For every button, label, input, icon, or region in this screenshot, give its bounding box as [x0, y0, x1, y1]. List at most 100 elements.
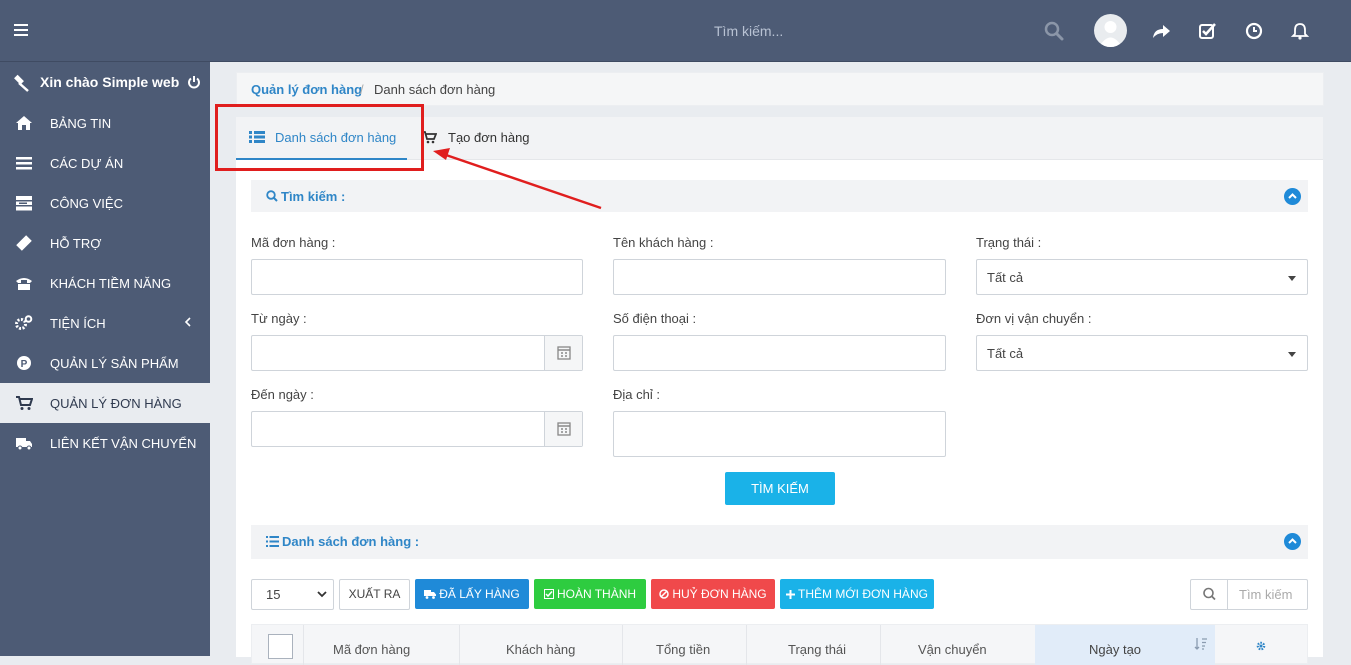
sidebar-item-label: KHÁCH TIỀM NĂNG — [50, 276, 172, 291]
plus-icon — [786, 590, 796, 599]
greeting-text: Xin chào Simple web — [40, 74, 180, 90]
done-button[interactable]: HOÀN THÀNH — [534, 579, 646, 609]
search-icon[interactable] — [1044, 21, 1064, 41]
order-code-label: Mã đơn hàng : — [251, 235, 336, 250]
sidebar-item-label: CÁC DỰ ÁN — [50, 156, 124, 171]
tab-create-order[interactable]: Tạo đơn hàng — [422, 117, 542, 160]
calendar-icon[interactable] — [544, 412, 582, 446]
column-header-order-code[interactable]: Mã đơn hàng — [333, 642, 410, 657]
calendar-icon[interactable] — [544, 336, 582, 370]
sort-desc-icon[interactable] — [1194, 637, 1208, 651]
cancel-order-button[interactable]: HUỶ ĐƠN HÀNG — [651, 579, 775, 609]
hamburger-menu-icon[interactable] — [14, 24, 28, 36]
sidebar-item-quan-ly-san-pham[interactable]: P QUẢN LÝ SẢN PHẨM — [0, 343, 210, 383]
page-size-value: 15 — [266, 587, 281, 602]
cart-plus-icon — [422, 131, 437, 144]
column-header-total[interactable]: Tổng tiền — [656, 642, 710, 657]
list-section-title: Danh sách đơn hàng : — [282, 534, 420, 549]
order-code-input[interactable] — [251, 259, 583, 295]
to-date-label: Đến ngày : — [251, 387, 314, 402]
table-search-box[interactable]: Tìm kiếm — [1190, 579, 1308, 610]
from-date-label: Từ ngày : — [251, 311, 307, 326]
home-icon — [15, 115, 33, 131]
collapse-list-button[interactable] — [1284, 533, 1301, 550]
sidebar-item-ho-tro[interactable]: HỖ TRỢ — [0, 223, 210, 263]
sidebar-item-cong-viec[interactable]: CÔNG VIỆC — [0, 183, 210, 223]
sidebar-item-label: QUẢN LÝ SẢN PHẨM — [50, 356, 179, 371]
add-order-button[interactable]: THÊM MỚI ĐƠN HÀNG — [780, 579, 934, 609]
address-textarea[interactable] — [613, 411, 946, 457]
phone-label: Số điện thoại : — [613, 311, 697, 326]
sidebar-item-tien-ich[interactable]: TIỆN ÍCH — [0, 303, 210, 343]
sidebar-item-lien-ket-van-chuyen[interactable]: LIÊN KẾT VẬN CHUYỂN — [0, 423, 210, 463]
collapse-search-button[interactable] — [1284, 188, 1301, 205]
status-select[interactable]: Tất cả — [976, 259, 1308, 295]
picked-button[interactable]: ĐÃ LẤY HÀNG — [415, 579, 529, 609]
column-header-status[interactable]: Trạng thái — [788, 642, 846, 657]
ticket-icon — [15, 235, 33, 251]
breadcrumb-parent-link[interactable]: Quản lý đơn hàng — [251, 82, 362, 97]
bars-icon — [15, 155, 33, 171]
sidebar-item-bang-tin[interactable]: BẢNG TIN — [0, 103, 210, 143]
chevron-left-icon — [184, 315, 192, 329]
export-button[interactable]: XUẤT RA — [339, 579, 410, 610]
clock-icon[interactable] — [1244, 21, 1264, 41]
caret-down-icon — [1288, 352, 1296, 357]
sidebar-item-khach-tiem-nang[interactable]: KHÁCH TIỀM NĂNG — [0, 263, 210, 303]
search-section-header[interactable]: Tìm kiếm : — [251, 180, 1308, 212]
top-bar: Tìm kiếm... — [0, 0, 1351, 62]
sidebar: Xin chào Simple web BẢNG TIN CÁC DỰ ÁN C… — [0, 62, 210, 656]
bell-icon[interactable] — [1290, 21, 1310, 41]
sidebar-item-label: HỖ TRỢ — [50, 236, 102, 251]
sidebar-user: Xin chào Simple web — [0, 62, 210, 102]
done-button-label: HOÀN THÀNH — [556, 587, 637, 601]
power-icon[interactable] — [187, 75, 201, 89]
column-header-created-date[interactable]: Ngày tạo — [1089, 642, 1141, 657]
annotation-highlight-box — [215, 104, 424, 171]
customer-name-input[interactable] — [613, 259, 946, 295]
shipper-select-value: Tất cả — [987, 346, 1024, 361]
top-search-input[interactable]: Tìm kiếm... — [714, 23, 1024, 39]
search-icon — [266, 190, 278, 202]
gear-icon[interactable] — [1255, 640, 1267, 652]
check-square-icon — [543, 589, 554, 599]
breadcrumb: Quản lý đơn hàng / Danh sách đơn hàng — [236, 72, 1324, 106]
status-label: Trạng thái : — [976, 235, 1042, 250]
sidebar-item-label: CÔNG VIỆC — [50, 196, 123, 211]
column-header-customer[interactable]: Khách hàng — [506, 642, 575, 657]
shipper-select[interactable]: Tất cả — [976, 335, 1308, 371]
cart-icon — [15, 395, 33, 411]
status-select-value: Tất cả — [987, 270, 1024, 285]
share-icon[interactable] — [1151, 21, 1171, 41]
caret-down-icon — [1288, 276, 1296, 281]
sidebar-item-label: QUẢN LÝ ĐƠN HÀNG — [50, 396, 182, 411]
phone-icon — [15, 275, 33, 291]
select-all-checkbox[interactable] — [268, 634, 293, 659]
list-icon — [266, 536, 279, 547]
main-panel: Danh sách đơn hàng Tạo đơn hàng Tìm kiếm… — [236, 117, 1323, 665]
sidebar-item-label: LIÊN KẾT VẬN CHUYỂN — [50, 436, 197, 451]
search-submit-button[interactable]: TÌM KIẾM — [725, 472, 835, 505]
page-size-select[interactable]: 15 — [251, 579, 334, 610]
checkbox-icon[interactable] — [1198, 21, 1218, 41]
product-icon: P — [15, 355, 33, 371]
search-icon[interactable] — [1191, 580, 1228, 609]
address-label: Địa chỉ : — [613, 387, 660, 402]
user-avatar[interactable] — [1094, 14, 1127, 47]
column-header-shipping[interactable]: Vận chuyển — [918, 642, 987, 657]
truck-icon — [424, 590, 437, 599]
list-section-header[interactable]: Danh sách đơn hàng : — [251, 525, 1308, 559]
sidebar-item-quan-ly-don-hang[interactable]: QUẢN LÝ ĐƠN HÀNG — [0, 383, 210, 423]
tasks-icon — [15, 195, 33, 211]
shipper-label: Đơn vị vận chuyển : — [976, 311, 1092, 326]
breadcrumb-separator: / — [360, 82, 364, 97]
to-date-input[interactable] — [251, 411, 583, 447]
table-search-input[interactable]: Tìm kiếm — [1239, 587, 1305, 602]
from-date-input[interactable] — [251, 335, 583, 371]
phone-input[interactable] — [613, 335, 946, 371]
picked-button-label: ĐÃ LẤY HÀNG — [439, 587, 520, 601]
cancel-order-button-label: HUỶ ĐƠN HÀNG — [672, 587, 767, 601]
sidebar-item-cac-du-an[interactable]: CÁC DỰ ÁN — [0, 143, 210, 183]
sidebar-item-label: BẢNG TIN — [50, 116, 112, 131]
gavel-icon — [12, 74, 30, 92]
